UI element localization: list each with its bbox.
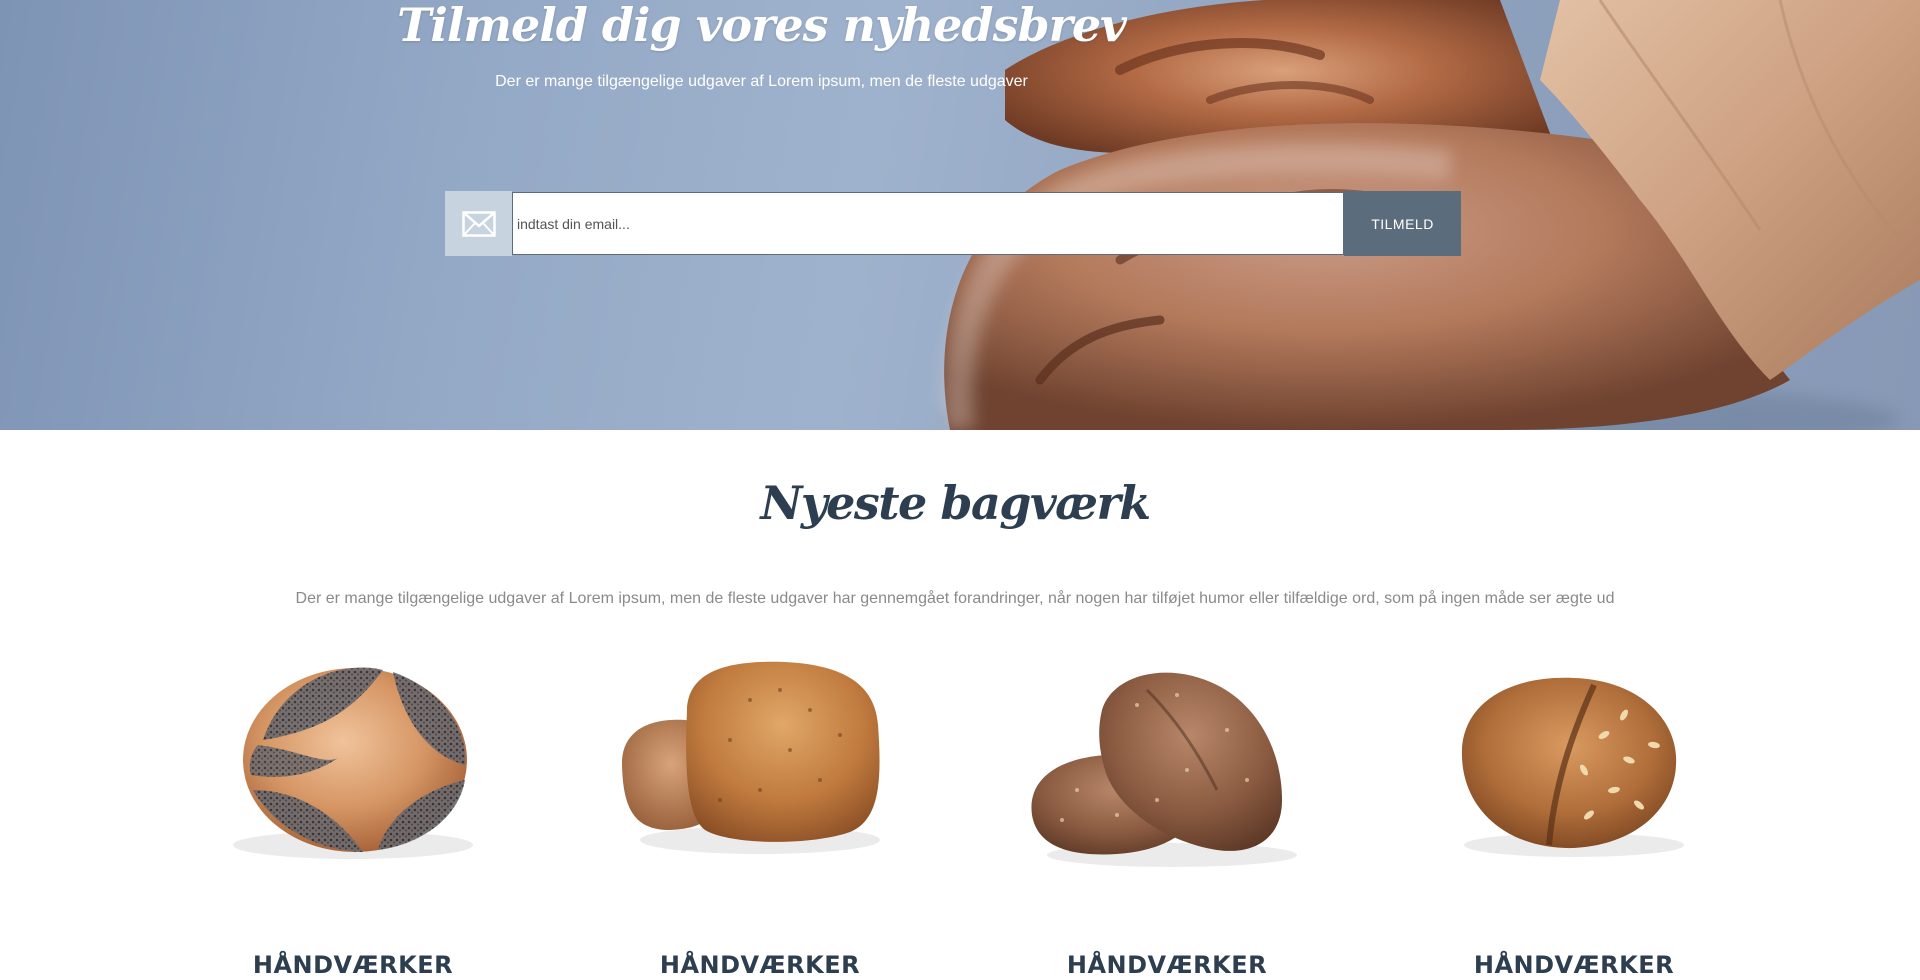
envelope-icon <box>461 210 496 237</box>
newsletter-subtitle: Der er mange tilgængelige udgaver af Lor… <box>495 73 1028 90</box>
whole-grain-rolls-image <box>1031 672 1297 867</box>
newsletter-title: Tilmeld dig vores nyhedsbrev <box>397 0 1127 52</box>
envelope-icon-box <box>445 191 512 256</box>
product-card[interactable]: HÅNDVÆRKER <box>1424 640 1724 980</box>
email-input[interactable] <box>512 192 1344 255</box>
product-name: HÅNDVÆRKER <box>252 951 454 979</box>
product-card[interactable]: HÅNDVÆRKER <box>1017 640 1317 980</box>
product-name: HÅNDVÆRKER <box>1066 951 1268 979</box>
product-name: HÅNDVÆRKER <box>1473 951 1675 979</box>
oat-topped-loaf-image <box>1461 677 1684 857</box>
product-card[interactable]: HÅNDVÆRKER <box>203 640 503 980</box>
product-name: HÅNDVÆRKER <box>659 951 861 979</box>
poppy-seed-roll-image <box>233 667 473 859</box>
subscribe-button[interactable]: TILMELD <box>1344 191 1461 256</box>
product-card[interactable]: HÅNDVÆRKER <box>610 640 910 980</box>
seeded-bread-rolls-image <box>622 661 880 854</box>
product-list: HÅNDVÆRKER HÅNDVÆRKER HÅNDVÆRKER HÅNDVÆR… <box>0 640 1920 980</box>
latest-description: Der er mange tilgængelige udgaver af Lor… <box>295 590 1615 607</box>
newsletter-section: Tilmeld dig vores nyhedsbrev Der er mang… <box>0 0 1920 430</box>
newsletter-form: TILMELD <box>445 191 1461 256</box>
latest-title: Nyeste bagværk <box>760 476 1151 530</box>
